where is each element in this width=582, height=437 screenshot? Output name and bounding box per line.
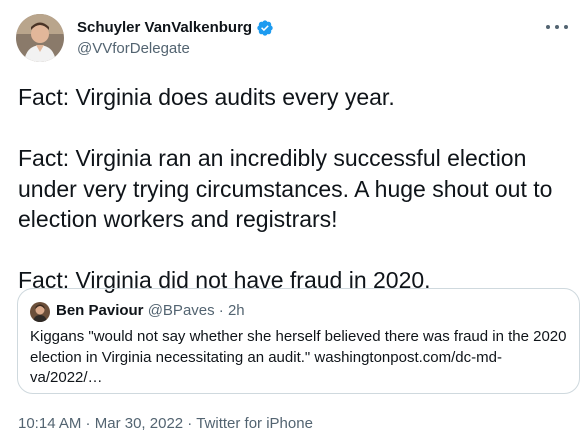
quoted-separator: · [218, 302, 224, 319]
verified-badge-icon [257, 20, 273, 36]
more-dot [555, 25, 559, 29]
tweet-time-link[interactable]: 10:14 AM · Mar 30, 2022 [18, 415, 183, 432]
profile-photo-icon [16, 14, 64, 62]
quoted-display-name: Ben Paviour [56, 302, 144, 319]
tweet-footer: 10:14 AM · Mar 30, 2022 · Twitter for iP… [18, 414, 313, 434]
tweet-text: Fact: Virginia does audits every year. F… [18, 82, 568, 296]
quoted-text: Kiggans "would not say whether she herse… [30, 328, 567, 386]
footer-separator: · [81, 415, 95, 432]
author-display-name[interactable]: Schuyler VanValkenburg [77, 18, 252, 38]
more-dot [546, 25, 550, 29]
quoted-timestamp: 2h [227, 302, 245, 319]
footer-separator: · [183, 415, 197, 432]
quoted-author-avatar [30, 302, 50, 322]
tweet-time: 10:14 AM [18, 415, 82, 432]
author-avatar[interactable] [16, 14, 64, 62]
tweet-paragraph: Fact: Virginia ran an incredibly success… [18, 145, 553, 232]
tweet-paragraph: Fact: Virginia does audits every year. [18, 84, 395, 110]
more-dot [564, 25, 568, 29]
quoted-handle: @BPaves [147, 302, 215, 319]
tweet-card: Schuyler VanValkenburg @VVforDelegate Fa… [0, 0, 582, 437]
more-horizontal-icon[interactable] [546, 22, 568, 32]
quoted-tweet[interactable]: Ben Paviour @BPaves · 2h Kiggans "would … [17, 288, 580, 394]
author-handle[interactable]: @VVforDelegate [77, 39, 190, 59]
author-name-row: Schuyler VanValkenburg [77, 18, 274, 38]
profile-photo-icon [30, 302, 50, 322]
tweet-source: Twitter for iPhone [196, 415, 313, 432]
tweet-date: Mar 30, 2022 [94, 415, 184, 432]
quoted-header: Ben Paviour @BPaves · 2h [56, 301, 245, 321]
